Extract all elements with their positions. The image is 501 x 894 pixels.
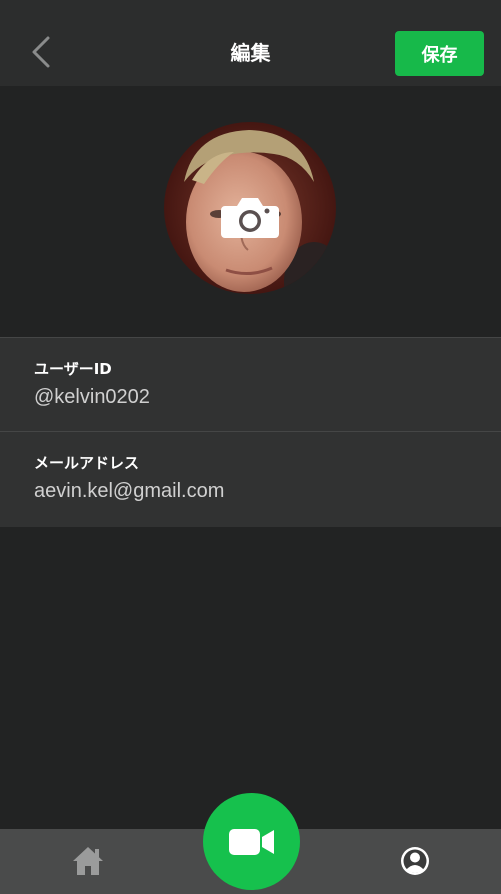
email-label: メールアドレス [34,454,140,472]
home-icon[interactable] [71,845,105,877]
user-id-field[interactable]: ユーザーID @kelvin0202 [0,338,501,432]
profile-fields: ユーザーID @kelvin0202 メールアドレス aevin.kel@gma… [0,337,501,527]
email-field[interactable]: メールアドレス aevin.kel@gmail.com [0,432,501,526]
camera-icon[interactable] [221,194,279,240]
video-camera-icon [228,828,274,855]
profile-icon[interactable] [399,845,431,877]
save-button[interactable]: 保存 [395,31,484,76]
user-id-label: ユーザーID [34,360,112,378]
video-call-button[interactable] [203,793,300,890]
header-bar: 編集 保存 [0,0,501,86]
email-value[interactable]: aevin.kel@gmail.com [34,480,224,503]
user-id-value[interactable]: @kelvin0202 [34,386,150,409]
